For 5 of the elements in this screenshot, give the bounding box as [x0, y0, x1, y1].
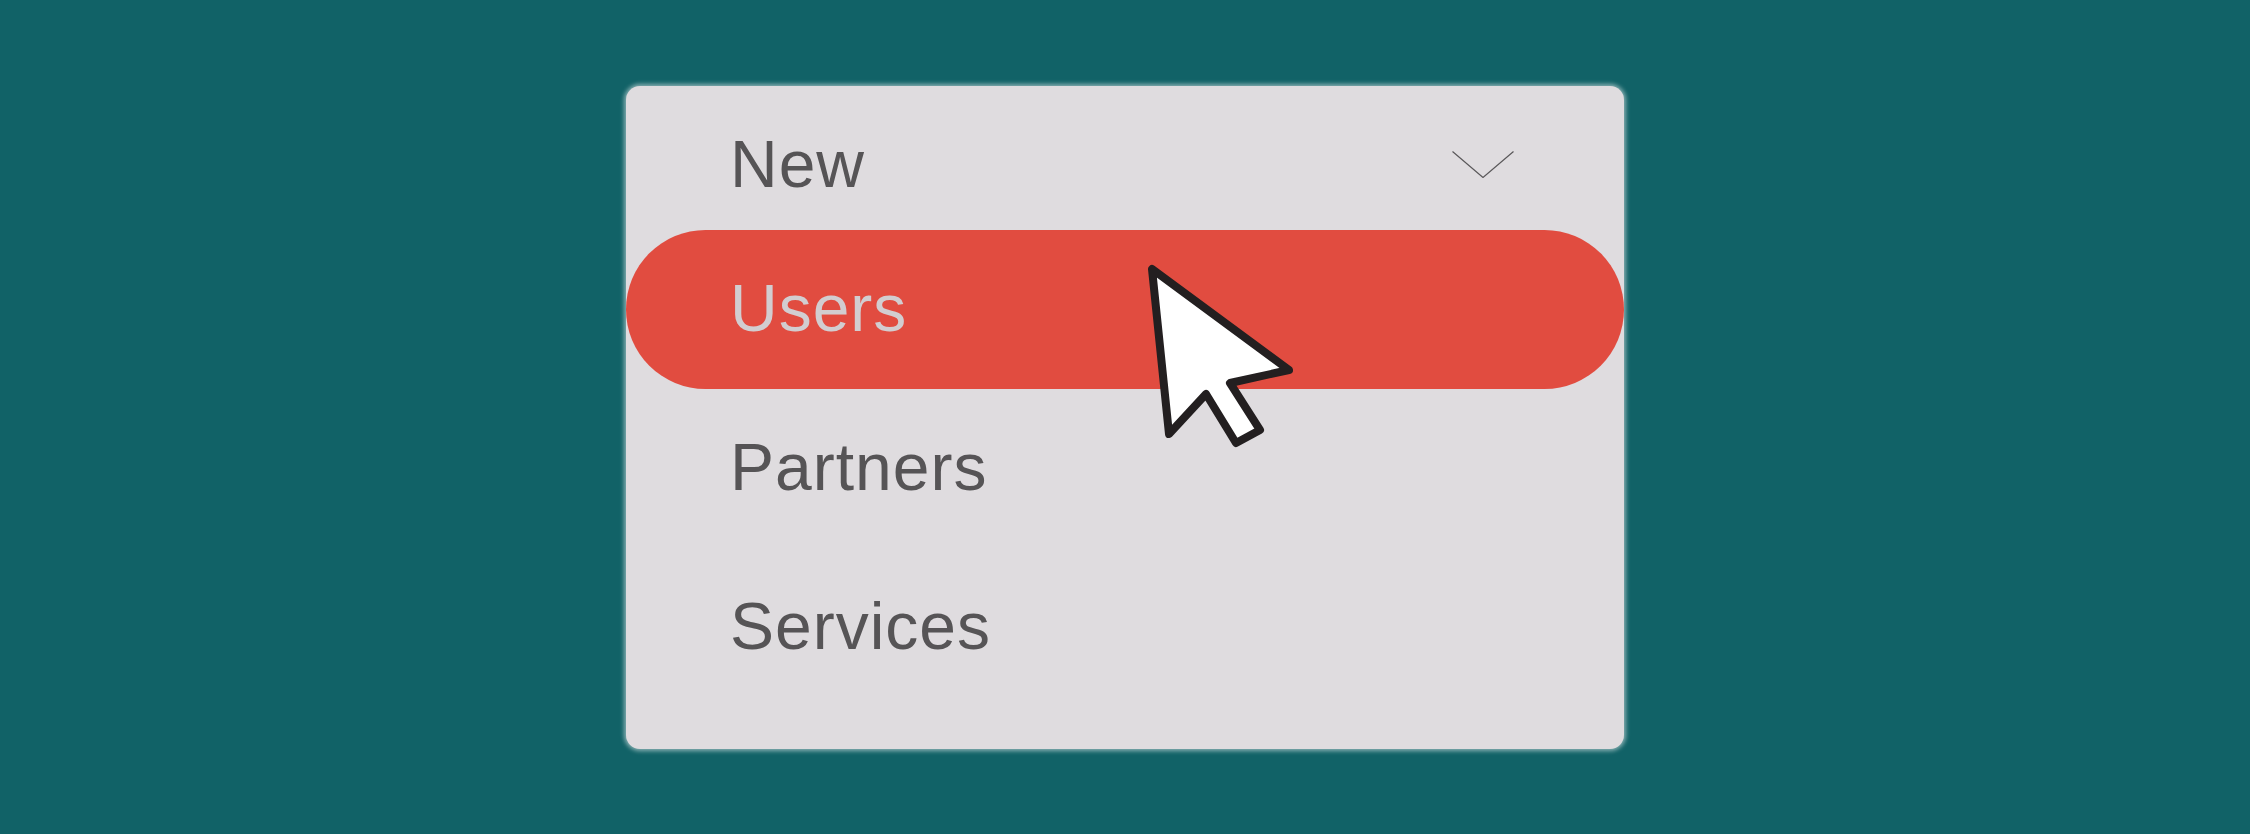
- chevron-down-icon[interactable]: [1452, 151, 1514, 178]
- menu-item[interactable]: Services: [626, 547, 1624, 707]
- mouse-pointer-icon: [1147, 263, 1294, 448]
- menu-item[interactable]: Partners: [626, 388, 1624, 548]
- dropdown-label[interactable]: New: [730, 126, 866, 203]
